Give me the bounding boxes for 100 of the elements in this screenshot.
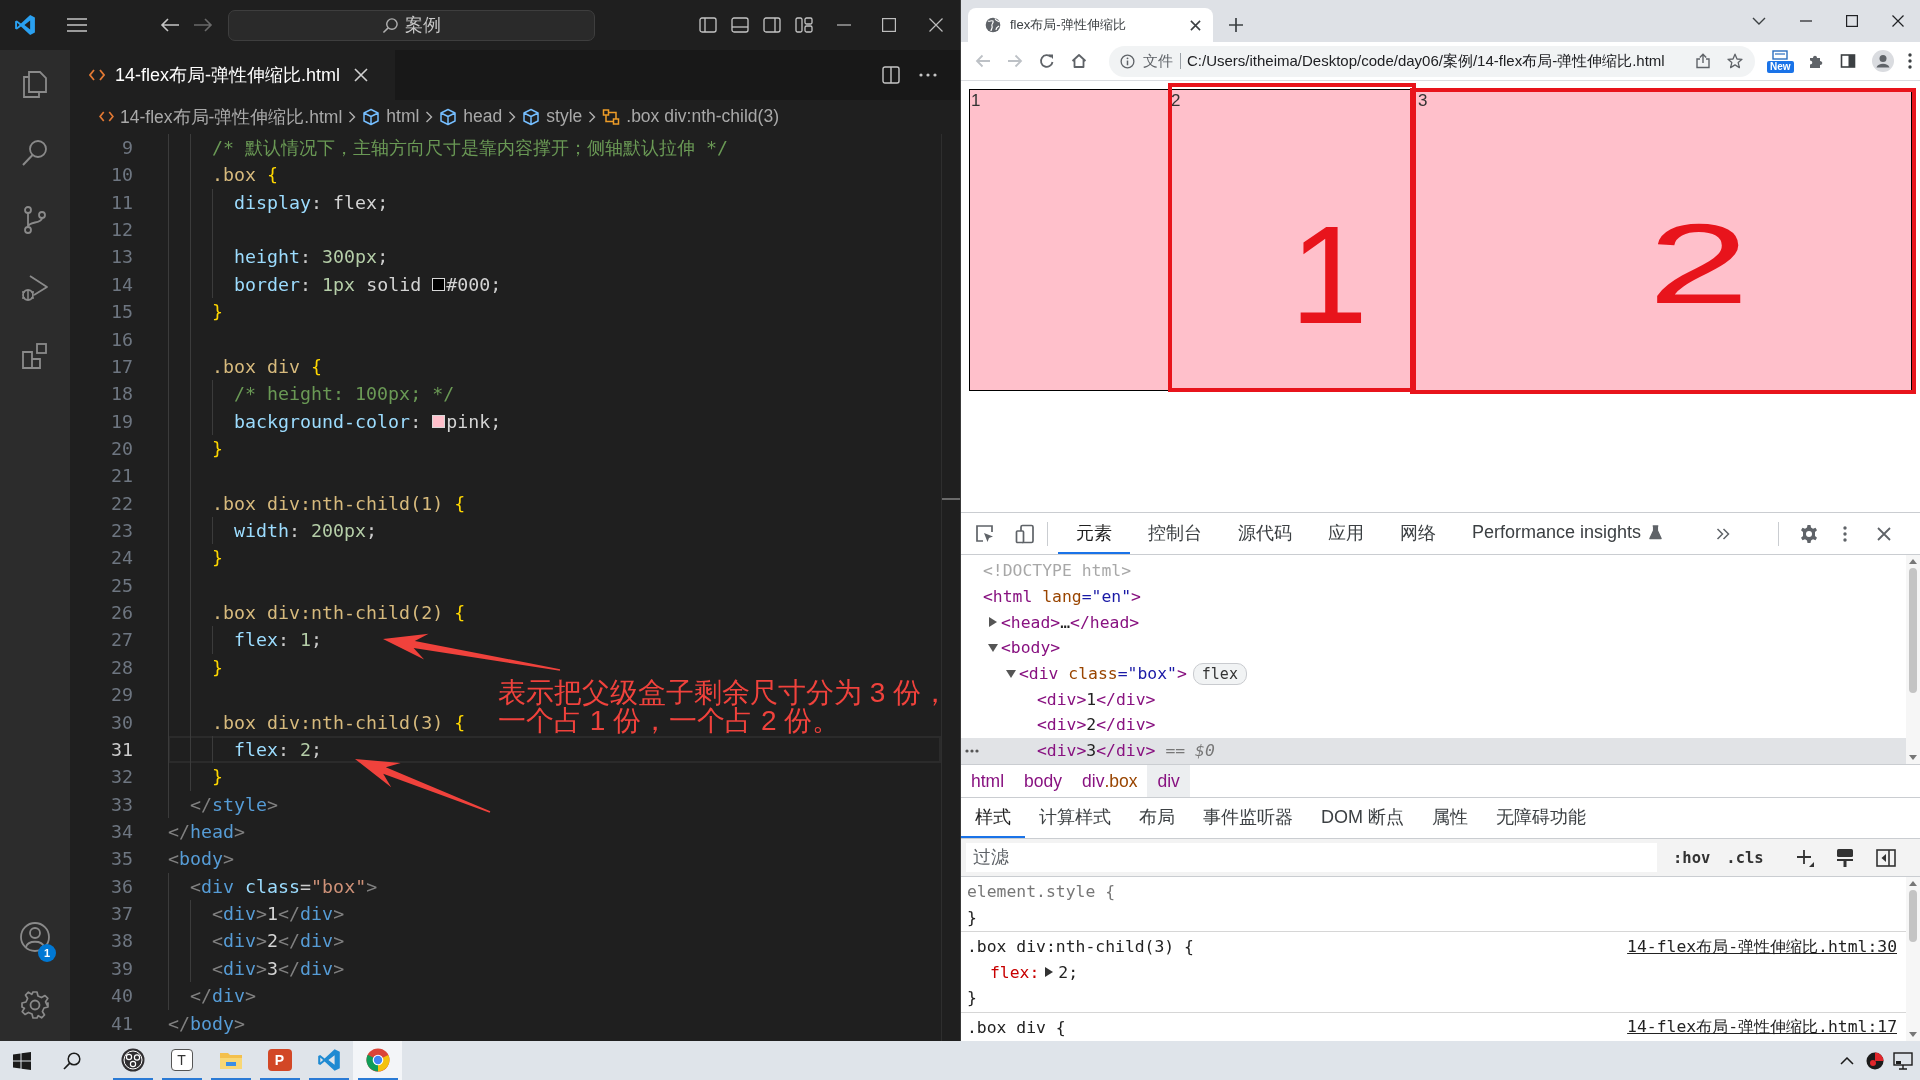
kebab-menu-icon[interactable] bbox=[1843, 525, 1848, 542]
reload-icon[interactable] bbox=[1039, 53, 1055, 69]
filter-field[interactable]: 过滤 bbox=[966, 843, 1657, 872]
dom-tree-row[interactable]: <div>1</div> bbox=[961, 686, 1906, 713]
scroll-up-icon[interactable] bbox=[1909, 881, 1917, 886]
devtools-tab[interactable]: 应用 bbox=[1310, 513, 1382, 554]
device-toolbar-icon[interactable] bbox=[1015, 523, 1035, 544]
element-breadcrumb[interactable]: div.box bbox=[1072, 765, 1148, 797]
dom-tree-row[interactable]: <div class="box"> flex bbox=[961, 660, 1906, 687]
editor-tab[interactable]: 14-flex布局-弹性伸缩比.html bbox=[70, 50, 395, 100]
caret-up-icon[interactable] bbox=[1840, 1056, 1854, 1065]
extension-icon[interactable] bbox=[1772, 49, 1789, 60]
new-style-rule-icon[interactable] bbox=[1795, 848, 1814, 867]
vertical-scrollbar[interactable] bbox=[1906, 877, 1920, 1041]
expand-triangle-icon[interactable] bbox=[1006, 668, 1016, 679]
start-menu-icon[interactable] bbox=[13, 1051, 31, 1070]
styles-pane-tab[interactable]: DOM 断点 bbox=[1307, 798, 1418, 838]
color-swatch-icon[interactable] bbox=[432, 414, 446, 428]
styles-pane-tab[interactable]: 计算样式 bbox=[1025, 798, 1125, 838]
layout-badge[interactable]: flex bbox=[1192, 662, 1247, 685]
breadcrumb-item[interactable]: 14-flex布局-弹性伸缩比.html bbox=[99, 104, 343, 129]
devtools-tab[interactable]: 元素 bbox=[1058, 513, 1130, 554]
styles-pane-tab[interactable]: 无障碍功能 bbox=[1482, 798, 1600, 838]
source-link[interactable]: 14-flex布局-弹性伸缩比.html:30 bbox=[1627, 935, 1897, 958]
address-bar[interactable]: 文件 C:/Users/itheima/Desktop/code/day06/案例/14-flex布局-弹性伸缩比.html bbox=[1109, 45, 1755, 77]
new-tab-icon[interactable] bbox=[1229, 18, 1243, 32]
inspect-element-icon[interactable] bbox=[975, 523, 995, 544]
close-icon[interactable] bbox=[929, 18, 943, 32]
search-icon[interactable] bbox=[63, 1051, 81, 1070]
scroll-down-icon[interactable] bbox=[1909, 755, 1917, 760]
browser-tab[interactable]: flex布局-弹性伸缩比 bbox=[968, 8, 1213, 42]
more-actions-icon[interactable] bbox=[919, 73, 937, 77]
expand-triangle-icon[interactable] bbox=[1045, 967, 1054, 978]
layout-grid-icon[interactable] bbox=[795, 17, 813, 33]
command-center-search[interactable]: 案例 bbox=[228, 9, 595, 41]
dom-tree-row[interactable]: <body> bbox=[961, 635, 1906, 661]
maximize-icon[interactable] bbox=[882, 18, 896, 32]
styles-pane-tab[interactable]: 布局 bbox=[1125, 798, 1189, 838]
scrollbar-thumb[interactable] bbox=[1909, 890, 1917, 942]
dom-tree-row[interactable]: <html lang="en"> bbox=[961, 583, 1906, 610]
devtools-tab[interactable]: 控制台 bbox=[1130, 513, 1220, 554]
scroll-down-icon[interactable] bbox=[1909, 1032, 1917, 1037]
taskbar-app-button[interactable]: T bbox=[157, 1041, 206, 1080]
double-chevron-icon[interactable] bbox=[1716, 527, 1731, 540]
extensions-icon[interactable] bbox=[20, 341, 50, 371]
home-icon[interactable] bbox=[1071, 53, 1087, 69]
side-panel-icon[interactable] bbox=[1839, 53, 1856, 69]
tray-app-icon[interactable] bbox=[1866, 1051, 1884, 1070]
profile-avatar-icon[interactable] bbox=[1871, 50, 1894, 72]
scroll-up-icon[interactable] bbox=[1909, 559, 1917, 564]
network-monitor-icon[interactable] bbox=[1893, 1051, 1913, 1070]
sidebar-toggle-icon[interactable] bbox=[1875, 848, 1896, 867]
breadcrumb-item[interactable]: style bbox=[522, 106, 583, 127]
close-icon[interactable] bbox=[1190, 19, 1201, 31]
taskbar-app-button[interactable]: P bbox=[255, 1041, 304, 1080]
dom-tree-row[interactable]: <head>…</head> bbox=[961, 609, 1906, 636]
element-breadcrumb[interactable]: body bbox=[1014, 765, 1072, 797]
back-arrow-icon[interactable] bbox=[160, 17, 180, 33]
vertical-scrollbar[interactable] bbox=[1906, 555, 1920, 764]
run-debug-icon[interactable] bbox=[20, 273, 50, 303]
color-swatch-icon[interactable] bbox=[432, 277, 446, 291]
close-icon[interactable] bbox=[1877, 526, 1892, 541]
devtools-tab[interactable]: 网络 bbox=[1382, 513, 1454, 554]
split-editor-icon[interactable] bbox=[882, 66, 900, 84]
kebab-menu-icon[interactable] bbox=[1907, 53, 1912, 69]
right-sidebar-layout-icon[interactable] bbox=[763, 17, 781, 33]
sidebar-layout-icon[interactable] bbox=[699, 17, 717, 33]
settings-icon[interactable] bbox=[20, 990, 50, 1020]
dom-tree-row[interactable]: <div>3</div> == $0 bbox=[961, 737, 1906, 764]
element-breadcrumb[interactable]: html bbox=[961, 765, 1015, 797]
expand-triangle-icon[interactable] bbox=[988, 642, 998, 653]
styles-pane-tab[interactable]: 事件监听器 bbox=[1189, 798, 1307, 838]
source-link[interactable]: 14-flex布局-弹性伸缩比.html:17 bbox=[1627, 1016, 1897, 1039]
devtools-tab[interactable]: Performance insights bbox=[1454, 513, 1681, 554]
breadcrumb-item[interactable]: .box div:nth-child(3) bbox=[602, 106, 779, 127]
puzzle-icon[interactable] bbox=[1807, 53, 1824, 69]
share-icon[interactable] bbox=[1695, 53, 1711, 69]
close-icon[interactable] bbox=[1892, 15, 1904, 27]
maximize-icon[interactable] bbox=[1846, 15, 1858, 27]
star-icon[interactable] bbox=[1727, 53, 1743, 69]
breadcrumb-item[interactable]: head bbox=[439, 106, 503, 127]
editor-logo-icon[interactable] bbox=[14, 14, 36, 36]
files-icon[interactable] bbox=[20, 69, 50, 99]
element-breadcrumb[interactable]: div bbox=[1147, 765, 1190, 797]
menu-icon[interactable] bbox=[66, 17, 88, 33]
devtools-tab[interactable]: 源代码 bbox=[1220, 513, 1310, 554]
forward-arrow-icon[interactable] bbox=[193, 17, 213, 33]
styles-pane-tab[interactable]: 属性 bbox=[1418, 798, 1482, 838]
chevron-down-icon[interactable] bbox=[1752, 17, 1766, 25]
info-icon[interactable] bbox=[1120, 53, 1135, 69]
toggle-button[interactable]: .cls bbox=[1726, 848, 1764, 867]
settings-icon[interactable] bbox=[1799, 523, 1820, 544]
breadcrumb-item[interactable]: html bbox=[362, 106, 420, 127]
expand-triangle-icon[interactable] bbox=[988, 617, 998, 628]
toggle-button[interactable]: :hov bbox=[1673, 848, 1711, 867]
scrollbar-thumb[interactable] bbox=[1909, 568, 1917, 693]
more-dots-icon[interactable] bbox=[965, 748, 979, 753]
panel-layout-icon[interactable] bbox=[731, 17, 749, 33]
paint-brush-icon[interactable] bbox=[1835, 847, 1854, 868]
dom-tree-row[interactable]: <div>2</div> bbox=[961, 712, 1906, 738]
